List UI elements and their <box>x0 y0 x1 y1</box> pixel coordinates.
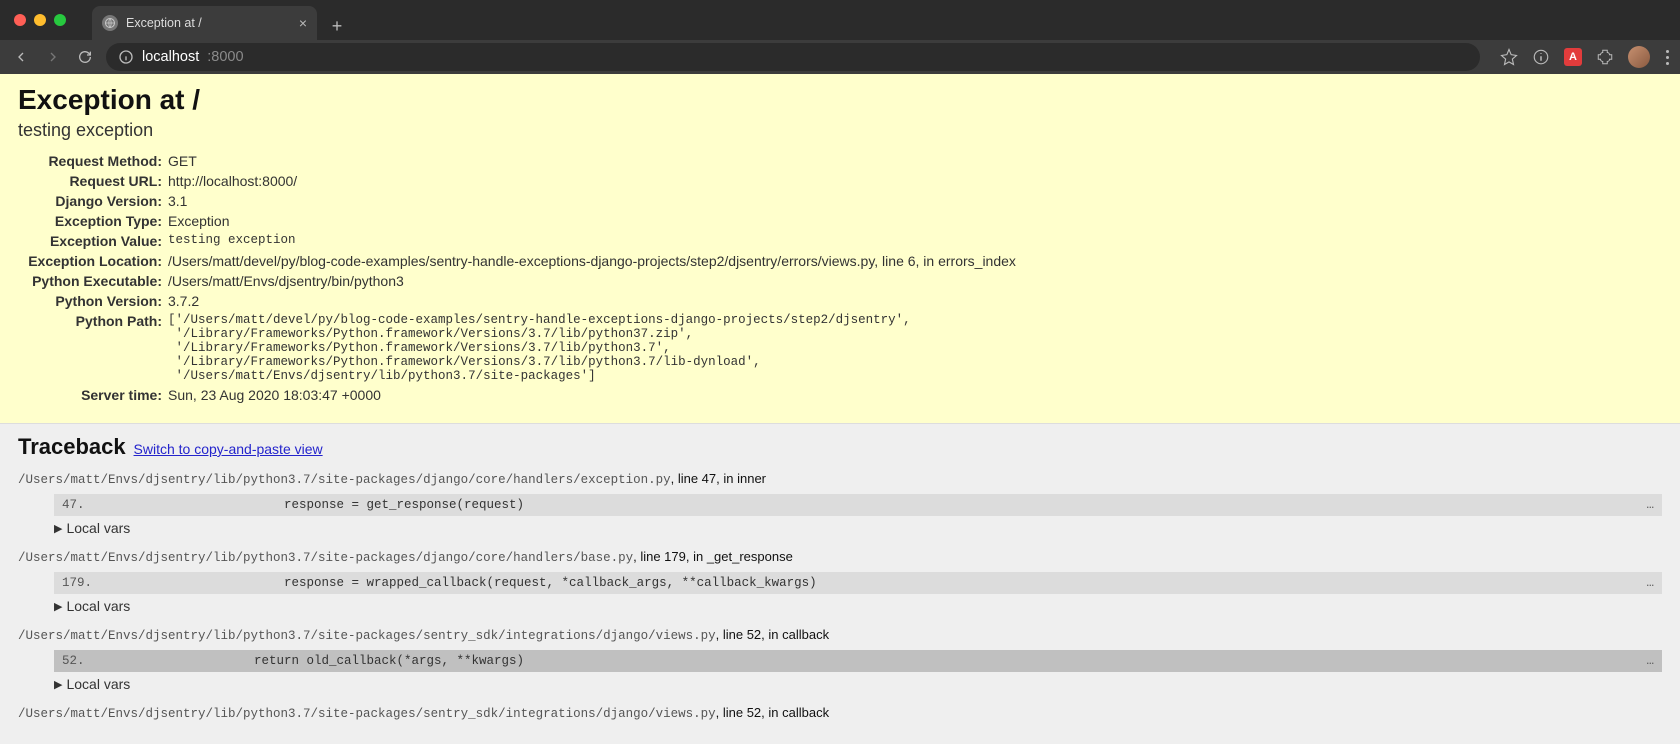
traceback-frame: /Users/matt/Envs/djsentry/lib/python3.7/… <box>18 624 1662 692</box>
traceback-frame: /Users/matt/Envs/djsentry/lib/python3.7/… <box>18 468 1662 536</box>
local-vars-toggle[interactable]: Local vars <box>54 598 1662 614</box>
line-number: 52. <box>62 654 194 668</box>
window-close-button[interactable] <box>14 14 26 26</box>
row-server-time: Server time:Sun, 23 Aug 2020 18:03:47 +0… <box>18 385 1016 405</box>
toolbar-right: A <box>1500 46 1670 68</box>
row-python-version: Python Version:3.7.2 <box>18 291 1016 311</box>
page-title: Exception at / <box>18 84 1662 116</box>
traceback-frame: /Users/matt/Envs/djsentry/lib/python3.7/… <box>18 546 1662 614</box>
traceback-title: Traceback <box>18 434 126 459</box>
tab-strip: Exception at / × + <box>92 0 351 40</box>
error-summary: Exception at / testing exception Request… <box>0 74 1680 424</box>
code-line[interactable]: 47. response = get_response(request)… <box>54 494 1662 516</box>
frame-location: /Users/matt/Envs/djsentry/lib/python3.7/… <box>18 468 1662 490</box>
extension-badge[interactable]: A <box>1564 48 1582 66</box>
summary-table: Request Method:GET Request URL:http://lo… <box>18 151 1016 405</box>
ellipsis-icon[interactable]: … <box>1646 654 1654 668</box>
traceback-section: Traceback Switch to copy-and-paste view … <box>0 424 1680 744</box>
line-number: 179. <box>62 576 194 590</box>
code-line[interactable]: 179. response = wrapped_callback(request… <box>54 572 1662 594</box>
globe-icon <box>102 15 118 31</box>
url-host: localhost <box>142 49 199 65</box>
code-text: response = get_response(request) <box>194 498 1646 512</box>
kebab-menu-icon[interactable] <box>1664 50 1670 65</box>
star-icon[interactable] <box>1500 48 1518 66</box>
address-bar[interactable]: localhost :8000 <box>106 43 1480 71</box>
extensions-icon[interactable] <box>1596 48 1614 66</box>
frame-location: /Users/matt/Envs/djsentry/lib/python3.7/… <box>18 624 1662 646</box>
row-python-executable: Python Executable:/Users/matt/Envs/djsen… <box>18 271 1016 291</box>
frame-location: /Users/matt/Envs/djsentry/lib/python3.7/… <box>18 546 1662 568</box>
row-exception-type: Exception Type:Exception <box>18 211 1016 231</box>
ellipsis-icon[interactable]: … <box>1646 498 1654 512</box>
row-request-url: Request URL:http://localhost:8000/ <box>18 171 1016 191</box>
close-icon[interactable]: × <box>299 15 307 31</box>
frame-location: /Users/matt/Envs/djsentry/lib/python3.7/… <box>18 702 1662 724</box>
avatar[interactable] <box>1628 46 1650 68</box>
error-subtitle: testing exception <box>18 120 1662 141</box>
tab-title: Exception at / <box>126 16 202 30</box>
back-button[interactable] <box>10 46 32 68</box>
switch-view-link[interactable]: Switch to copy-and-paste view <box>134 441 323 457</box>
window-controls <box>8 14 72 26</box>
ellipsis-icon[interactable]: … <box>1646 576 1654 590</box>
code-text: response = wrapped_callback(request, *ca… <box>194 576 1646 590</box>
code-line[interactable]: 52. return old_callback(*args, **kwargs)… <box>54 650 1662 672</box>
site-info-icon[interactable] <box>118 49 134 65</box>
row-exception-value: Exception Value:testing exception <box>18 231 1016 251</box>
row-request-method: Request Method:GET <box>18 151 1016 171</box>
forward-button[interactable] <box>42 46 64 68</box>
traceback-frame: /Users/matt/Envs/djsentry/lib/python3.7/… <box>18 702 1662 724</box>
window-minimize-button[interactable] <box>34 14 46 26</box>
row-django-version: Django Version:3.1 <box>18 191 1016 211</box>
line-number: 47. <box>62 498 194 512</box>
new-tab-button[interactable]: + <box>323 12 351 40</box>
url-port: :8000 <box>207 49 243 65</box>
browser-tab-active[interactable]: Exception at / × <box>92 6 317 40</box>
code-text: return old_callback(*args, **kwargs) <box>194 654 1646 668</box>
local-vars-toggle[interactable]: Local vars <box>54 520 1662 536</box>
local-vars-toggle[interactable]: Local vars <box>54 676 1662 692</box>
info-icon[interactable] <box>1532 48 1550 66</box>
reload-button[interactable] <box>74 46 96 68</box>
browser-toolbar: localhost :8000 A <box>0 40 1680 74</box>
browser-titlebar: Exception at / × + <box>0 0 1680 40</box>
window-maximize-button[interactable] <box>54 14 66 26</box>
row-python-path: Python Path:['/Users/matt/devel/py/blog-… <box>18 311 1016 385</box>
row-exception-location: Exception Location:/Users/matt/devel/py/… <box>18 251 1016 271</box>
